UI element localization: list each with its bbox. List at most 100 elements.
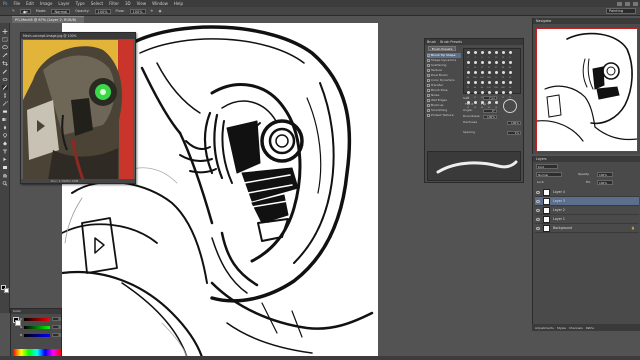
tab-brush-presets[interactable]: Brush Presets bbox=[440, 40, 462, 44]
brush-tip-item[interactable]: 27 bbox=[493, 60, 499, 69]
visibility-eye-icon[interactable] bbox=[536, 218, 540, 221]
visibility-eye-icon[interactable] bbox=[536, 227, 540, 230]
brush-tip-item[interactable]: 45 bbox=[472, 80, 478, 89]
brush-tip-item[interactable]: 65 bbox=[465, 70, 471, 79]
clone-stamp-tool-icon[interactable] bbox=[2, 93, 8, 98]
tab-brush[interactable]: Brush bbox=[427, 40, 436, 44]
type-tool-icon[interactable] bbox=[2, 149, 8, 154]
brush-tip-item[interactable]: 5 bbox=[507, 50, 513, 59]
brush-tip-item[interactable]: 21 bbox=[486, 60, 492, 69]
dodge-tool-icon[interactable] bbox=[2, 133, 8, 138]
menu-ps-logo[interactable]: Ps bbox=[3, 1, 7, 6]
tab-adjustments[interactable]: Adjustments bbox=[535, 326, 554, 330]
gradient-tool-icon[interactable] bbox=[2, 117, 8, 122]
layer-row[interactable]: Layer 4 bbox=[535, 188, 639, 197]
lasso-tool-icon[interactable] bbox=[2, 45, 8, 50]
flow-field[interactable]: 100% bbox=[129, 8, 146, 14]
brush-tip-item[interactable]: 35 bbox=[500, 60, 506, 69]
brush-tip-item[interactable]: 45 bbox=[507, 60, 513, 69]
eraser-tool-icon[interactable] bbox=[2, 109, 8, 114]
checkbox-icon[interactable] bbox=[427, 109, 430, 112]
pressure-size-icon[interactable]: ◉ bbox=[158, 9, 161, 13]
checkbox-icon[interactable] bbox=[427, 84, 430, 87]
brush-tip-item[interactable]: 19 bbox=[500, 50, 506, 59]
brush-tip-item[interactable]: 17 bbox=[507, 90, 513, 99]
layer-row[interactable]: Layer 1 bbox=[535, 215, 639, 224]
minimize-icon[interactable] bbox=[617, 1, 622, 6]
tab-styles[interactable]: Styles bbox=[557, 326, 566, 330]
quick-select-tool-icon[interactable] bbox=[2, 53, 8, 58]
brush-tip-item[interactable]: 17 bbox=[465, 80, 471, 89]
brush-tip-item[interactable]: 1 bbox=[465, 50, 471, 59]
close-icon[interactable] bbox=[633, 1, 638, 6]
angle-roundness-widget[interactable] bbox=[503, 99, 517, 113]
reference-image-window[interactable]: Mech-concept-image.jpg @ 100% Doc: 1.09M… bbox=[20, 32, 136, 184]
menu-window[interactable]: Window bbox=[152, 1, 168, 6]
brush-tip-item[interactable]: 11 bbox=[500, 90, 506, 99]
brush-category-item[interactable]: Protect Texture bbox=[427, 113, 461, 118]
navigator-tab[interactable]: Navigator bbox=[533, 18, 640, 24]
layer-kind-filter[interactable]: Kind bbox=[536, 164, 558, 169]
healing-tool-icon[interactable] bbox=[2, 77, 8, 82]
brush-tip-item[interactable]: 200 bbox=[479, 70, 485, 79]
maximize-icon[interactable] bbox=[625, 1, 630, 6]
visibility-eye-icon[interactable] bbox=[536, 191, 540, 194]
red-value[interactable]: 0 bbox=[52, 317, 61, 321]
checkbox-icon[interactable] bbox=[427, 64, 430, 67]
visibility-eye-icon[interactable] bbox=[536, 200, 540, 203]
spacing-field[interactable]: 1% bbox=[507, 131, 521, 135]
workspace-select[interactable]: Painting bbox=[606, 8, 636, 14]
layer-opacity-field[interactable]: 100% bbox=[597, 172, 613, 177]
visibility-eye-icon[interactable] bbox=[536, 209, 540, 212]
brush-tip-item[interactable]: 300 bbox=[486, 70, 492, 79]
menu-layer[interactable]: Layer bbox=[58, 1, 69, 6]
roundness-field[interactable]: 100% bbox=[483, 115, 497, 119]
zoom-tool-icon[interactable] bbox=[2, 181, 8, 186]
hand-tool-icon[interactable] bbox=[2, 173, 8, 178]
menu-view[interactable]: View bbox=[137, 1, 147, 6]
menu-file[interactable]: File bbox=[13, 1, 20, 6]
navigator-preview[interactable] bbox=[536, 28, 638, 152]
checkbox-icon[interactable] bbox=[427, 79, 430, 82]
blue-value[interactable]: 0 bbox=[52, 333, 61, 337]
checkbox-icon[interactable] bbox=[427, 99, 430, 102]
layers-tab[interactable]: Layers bbox=[533, 156, 640, 162]
brush-presets-button[interactable]: Brush Presets bbox=[428, 46, 456, 51]
mode-select[interactable]: Normal bbox=[51, 8, 71, 14]
red-slider[interactable] bbox=[24, 318, 50, 321]
brush-tip-item[interactable]: 19 bbox=[507, 70, 513, 79]
brush-tip-item[interactable]: 65 bbox=[479, 80, 485, 89]
checkbox-icon[interactable] bbox=[427, 104, 430, 107]
tab-paths[interactable]: Paths bbox=[586, 326, 594, 330]
brush-size-picker[interactable]: ●▾ bbox=[19, 8, 31, 14]
brush-tool-icon[interactable]: ✎ bbox=[12, 9, 15, 13]
checkbox-icon[interactable] bbox=[427, 69, 430, 72]
blur-tool-icon[interactable] bbox=[2, 125, 8, 130]
reference-window-title[interactable]: Mech-concept-image.jpg @ 100% bbox=[21, 33, 135, 39]
airbrush-icon[interactable]: ✈ bbox=[151, 9, 154, 13]
flip-x-label[interactable]: Flip X bbox=[465, 102, 473, 107]
brush-tip-item[interactable]: 3 bbox=[472, 50, 478, 59]
brush-tip-item[interactable]: 100 bbox=[472, 70, 478, 79]
path-select-tool-icon[interactable] bbox=[2, 157, 8, 162]
opacity-field[interactable]: 100% bbox=[94, 8, 111, 14]
tab-channels[interactable]: Channels bbox=[569, 326, 583, 330]
brush-tool-active-icon[interactable] bbox=[2, 85, 8, 90]
menu-type[interactable]: Type bbox=[76, 1, 85, 6]
pen-tool-icon[interactable] bbox=[2, 141, 8, 146]
brush-tip-item[interactable]: 9 bbox=[486, 50, 492, 59]
brush-tip-item[interactable]: 200 bbox=[493, 80, 499, 89]
layer-row[interactable]: Background 🔒 bbox=[535, 224, 639, 233]
brush-tip-item[interactable]: 13 bbox=[493, 50, 499, 59]
hardness-field[interactable]: 100% bbox=[507, 121, 521, 125]
layer-fill-field[interactable]: 100% bbox=[597, 180, 613, 185]
brush-tip-item[interactable]: 300 bbox=[500, 80, 506, 89]
brush-tip-item[interactable]: 13 bbox=[472, 60, 478, 69]
brush-tip-item[interactable]: 9 bbox=[465, 60, 471, 69]
brush-tip-grid[interactable]: 1 3 5 9 13 19 5 9 13 17 21 27 35 45 65 100 200 300 9 13 19 17… bbox=[463, 48, 521, 109]
layer-row[interactable]: Layer 2 bbox=[535, 206, 639, 215]
brush-tip-item[interactable]: 14 bbox=[507, 80, 513, 89]
checkbox-icon[interactable] bbox=[427, 74, 430, 77]
checkbox-icon[interactable] bbox=[427, 59, 430, 62]
size-field[interactable]: 7 px bbox=[483, 96, 497, 100]
